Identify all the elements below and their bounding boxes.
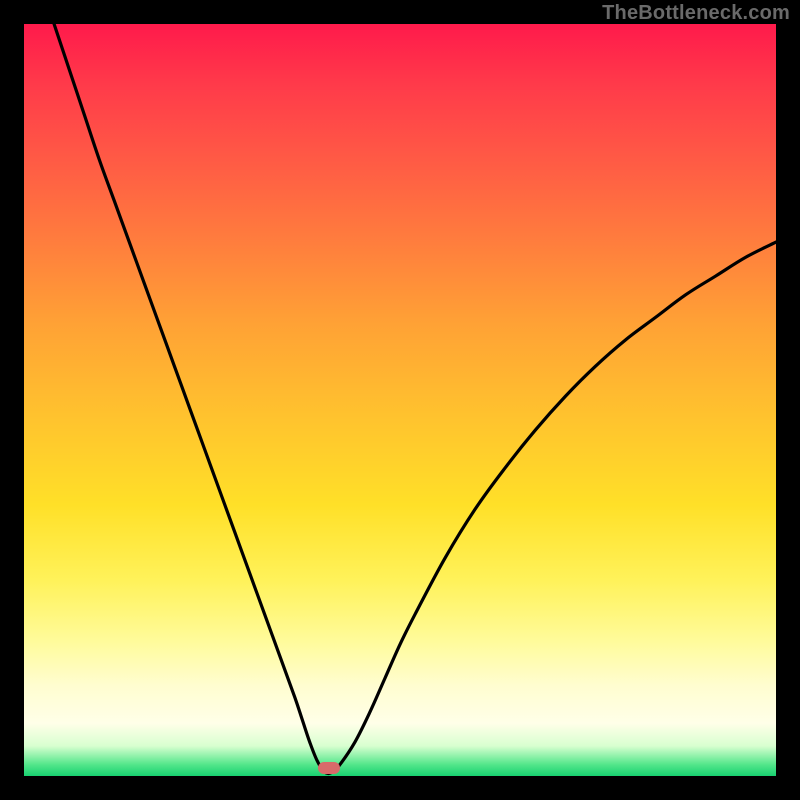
plot-area (24, 24, 776, 776)
optimum-marker (318, 762, 340, 774)
curve-path (54, 24, 776, 774)
bottleneck-curve (24, 24, 776, 776)
watermark-text: TheBottleneck.com (602, 2, 790, 25)
chart-frame: TheBottleneck.com (0, 0, 800, 800)
